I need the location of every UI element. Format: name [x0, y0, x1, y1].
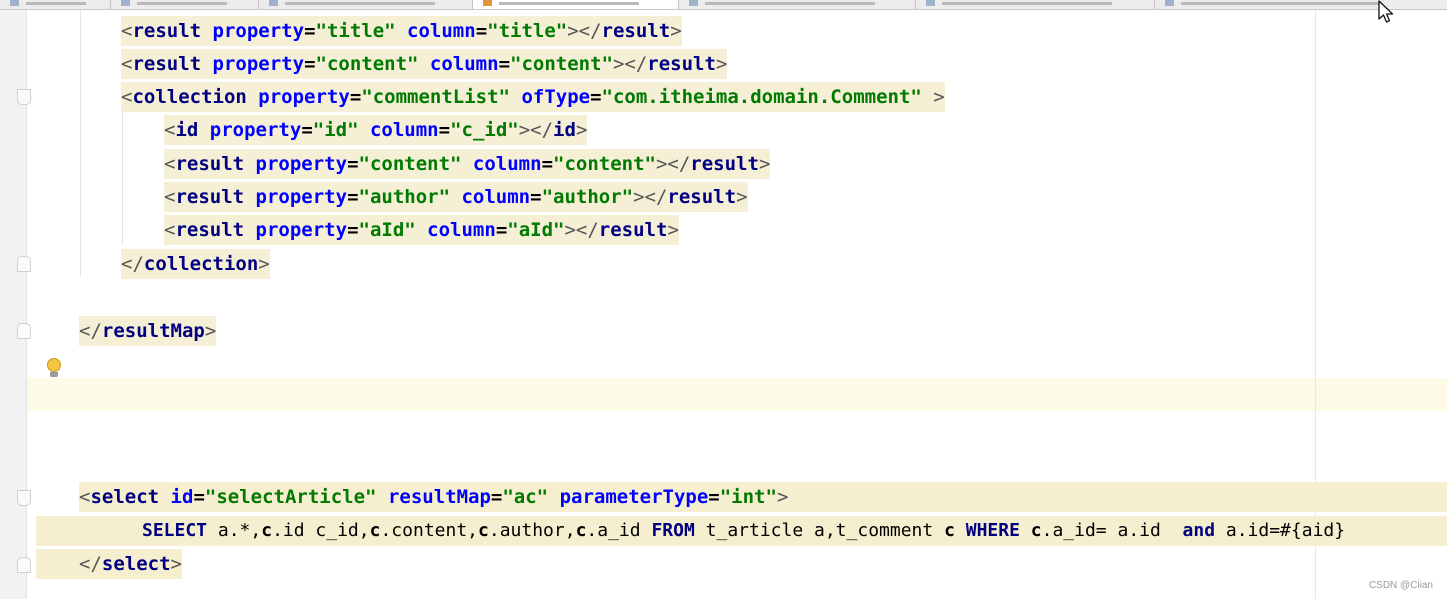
watermark: CSDN @Ciian	[1368, 580, 1433, 591]
lightbulb-icon[interactable]	[46, 358, 62, 378]
editor-tab-bar	[0, 0, 1447, 10]
code-line-6: <result property="author" column="author…	[164, 182, 748, 212]
file-icon	[269, 0, 278, 6]
editor-tab-3[interactable]	[259, 0, 473, 9]
code-line-10: <select id="selectArticle" resultMap="ac…	[79, 482, 1447, 512]
code-line-4: <id property="id" column="c_id"></id>	[164, 115, 588, 145]
tab-label	[1181, 2, 1381, 5]
code-line-8: </collection>	[121, 249, 270, 279]
fold-collapse-icon[interactable]	[17, 89, 31, 105]
editor-tab-7[interactable]	[1155, 0, 1447, 9]
fold-collapse-icon[interactable]	[17, 490, 31, 506]
fold-end-icon[interactable]	[17, 323, 31, 339]
xml-file-icon	[483, 0, 492, 6]
indent-guide	[80, 10, 81, 276]
tab-label	[705, 2, 875, 5]
code-line-12: </select>	[36, 549, 182, 579]
code-line-11-sql: SELECT a.*,c.id c_id,c.content,c.author,…	[36, 516, 1447, 546]
code-line-1: <result property="title" column="title">…	[121, 16, 682, 46]
code-line-5: <result property="content" column="conte…	[164, 149, 771, 179]
editor-tab-6[interactable]	[916, 0, 1155, 9]
editor-tab-5[interactable]	[679, 0, 916, 9]
file-icon	[689, 0, 698, 6]
file-icon	[121, 0, 130, 6]
indent-guide	[122, 112, 123, 244]
file-icon	[926, 0, 935, 6]
tab-label	[285, 2, 435, 5]
fold-end-icon[interactable]	[17, 557, 31, 573]
tab-label	[26, 2, 86, 5]
current-line-highlight	[27, 378, 1447, 411]
tab-label	[499, 2, 639, 5]
tab-label	[137, 2, 227, 5]
editor-tab-2[interactable]	[111, 0, 259, 9]
code-line-2: <result property="content" column="conte…	[121, 49, 728, 79]
fold-end-icon[interactable]	[17, 256, 31, 272]
file-icon	[10, 0, 19, 6]
file-icon	[1165, 0, 1174, 6]
code-line-9: </resultMap>	[79, 316, 217, 346]
mouse-pointer-icon	[1378, 0, 1394, 23]
editor-tab-1[interactable]	[0, 0, 111, 9]
editor-tab-active[interactable]	[473, 0, 679, 9]
code-line-7: <result property="aId" column="aId"></re…	[164, 215, 679, 245]
code-line-3: <collection property="commentList" ofTyp…	[121, 82, 945, 112]
tab-label	[942, 2, 1112, 5]
